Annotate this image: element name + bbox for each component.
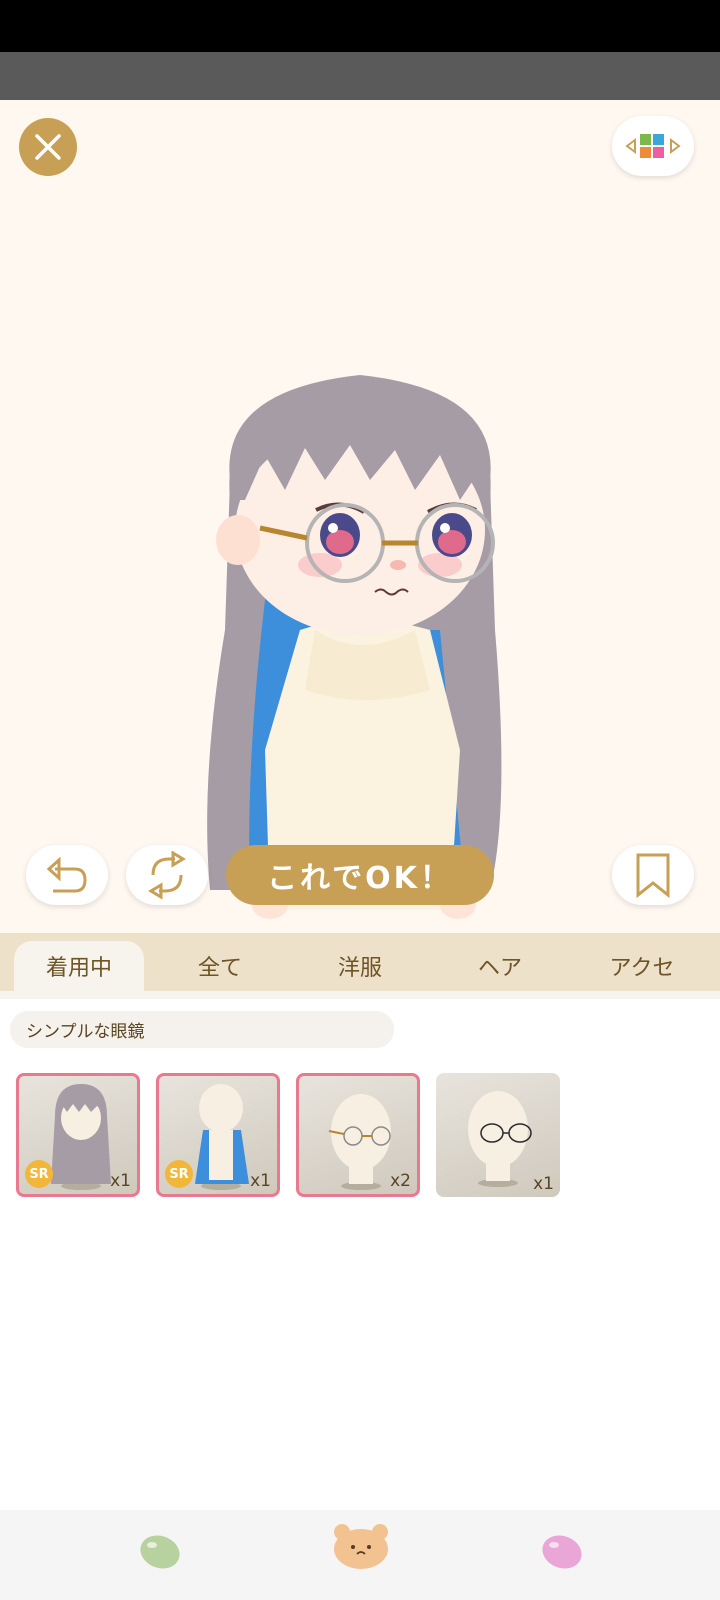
bottom-navigation [0, 1510, 720, 1600]
sr-badge: SR [165, 1160, 193, 1188]
tab-clothes[interactable]: 洋服 [300, 941, 420, 991]
avatar-stage: これでOK！ [0, 100, 720, 933]
undo-arrow-icon [46, 856, 87, 893]
pink-bean-icon[interactable] [540, 1532, 584, 1572]
tab-wearing[interactable]: 着用中 [14, 941, 144, 991]
item-count: x1 [250, 1171, 271, 1191]
tab-all[interactable]: 全て [160, 941, 280, 991]
item-black-glasses[interactable]: x1 [436, 1073, 560, 1197]
tab-accessory[interactable]: アクセ [580, 941, 704, 991]
refresh-cycle-icon [148, 851, 186, 899]
reset-button[interactable] [126, 845, 208, 905]
selected-item-name: シンプルな眼鏡 [10, 1011, 394, 1048]
layout-switch-button[interactable] [612, 116, 694, 176]
bear-face-icon[interactable] [332, 1522, 390, 1570]
tab-underline [0, 991, 720, 999]
bookmark-icon [636, 853, 670, 898]
sr-badge: SR [25, 1160, 53, 1188]
item-long-purple-hair[interactable]: SR x1 [16, 1073, 140, 1197]
green-bean-icon[interactable] [138, 1532, 182, 1572]
item-count: x2 [390, 1171, 411, 1191]
header-bar [0, 52, 720, 100]
undo-button[interactable] [26, 845, 108, 905]
item-count: x1 [533, 1174, 554, 1194]
bookmark-button[interactable] [612, 845, 694, 905]
close-button[interactable] [19, 118, 77, 176]
item-blue-inner-hair[interactable]: SR x1 [156, 1073, 280, 1197]
item-gold-glasses[interactable]: x2 [296, 1073, 420, 1197]
close-icon [35, 134, 61, 160]
item-count: x1 [110, 1171, 131, 1191]
avatar-character [207, 375, 502, 919]
confirm-ok-button[interactable]: これでOK！ [226, 845, 494, 905]
category-tabs: 着用中 全て 洋服 ヘア アクセ [0, 933, 720, 991]
four-color-grid-icon [625, 134, 681, 158]
status-bar [0, 0, 720, 52]
tab-hair[interactable]: ヘア [440, 941, 560, 991]
